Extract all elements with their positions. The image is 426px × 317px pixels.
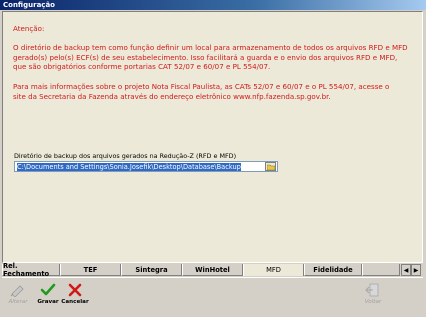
config-panel: Atenção: O diretório de backup tem como …	[2, 11, 423, 263]
tab-sintegra[interactable]: Sintegra	[121, 264, 182, 276]
voltar-label: Voltar	[364, 299, 382, 305]
gravar-label: Gravar	[37, 299, 59, 305]
back-door-icon	[365, 283, 379, 297]
cancel-x-icon	[68, 283, 82, 297]
notice-line: que são obrigatórios conforme portarias …	[13, 62, 271, 71]
tab-scroll-left-button[interactable]: ◀	[401, 264, 411, 276]
tab-scroll-right-button[interactable]: ▶	[411, 264, 421, 276]
backup-dir-label: Diretório de backup dos arquivos gerados…	[14, 152, 237, 160]
gravar-button[interactable]: Gravar	[35, 283, 61, 315]
alterar-label: Alterar	[8, 299, 28, 305]
notice-heading: Atenção:	[13, 24, 45, 33]
browse-folder-button[interactable]	[265, 162, 276, 171]
backup-dir-value[interactable]: C:\Documents and Settings\Sonia.Josefik\…	[15, 162, 265, 171]
cancelar-label: Cancelar	[61, 299, 89, 305]
backup-dir-field[interactable]: C:\Documents and Settings\Sonia.Josefik\…	[14, 161, 278, 172]
toolbar: Alterar Gravar Cancelar Voltar	[2, 277, 423, 316]
tab-overflow	[362, 264, 400, 276]
notice-line: Para mais informações sobre o projeto No…	[13, 82, 390, 91]
tab-mfd[interactable]: MFD	[243, 264, 304, 276]
tab-tef[interactable]: TEF	[60, 264, 121, 276]
folder-icon	[266, 164, 275, 170]
cancelar-button[interactable]: Cancelar	[61, 283, 89, 315]
tab-strip: Rel. Fechamento TEF Sintegra WinHotel MF…	[2, 262, 423, 278]
notice-line: O diretório de backup tem como função de…	[13, 43, 408, 52]
alterar-button[interactable]: Alterar	[5, 283, 31, 315]
checkmark-icon	[40, 283, 56, 296]
window-title: Configuração	[0, 0, 426, 10]
notice-line: site da Secretaria da Fazenda através do…	[13, 92, 331, 101]
tab-fidelidade[interactable]: Fidelidade	[304, 264, 362, 276]
tab-winhotel[interactable]: WinHotel	[182, 264, 243, 276]
tab-rel-fechamento[interactable]: Rel. Fechamento	[2, 262, 60, 278]
voltar-button[interactable]: Voltar	[360, 283, 386, 315]
edit-icon	[10, 285, 24, 297]
